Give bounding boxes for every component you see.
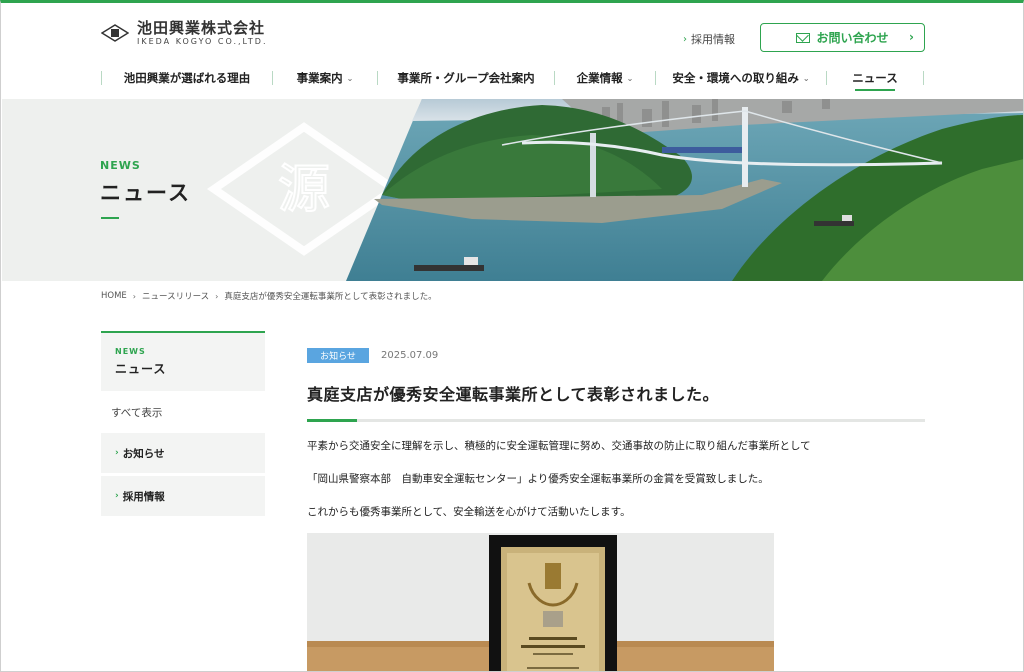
chevron-right-icon: ›	[132, 291, 136, 301]
mail-icon	[796, 32, 811, 43]
hero-label-en: NEWS	[100, 159, 141, 172]
sidebar-heading-jp: ニュース	[115, 362, 167, 376]
breadcrumb-home[interactable]: HOME	[101, 291, 127, 301]
page-frame: 池田興業株式会社 IKEDA KOGYO CO.,LTD. › 採用情報 お問い…	[0, 0, 1024, 672]
nav-item-label: 安全・環境への取り組み	[672, 71, 799, 85]
breadcrumb: HOME › ニュースリリース › 真庭支店が優秀安全運転事業所として表彰されま…	[101, 290, 437, 302]
logo-english-name: IKEDA KOGYO CO.,LTD.	[137, 37, 268, 46]
article-title: 真庭支店が優秀安全運転事業所として表彰されました。	[307, 385, 720, 404]
sidebar-item-label: お知らせ	[122, 447, 165, 460]
award-plaque-image	[307, 533, 774, 671]
nav-item-label: ニュース	[852, 71, 898, 85]
global-nav: 池田興業が選ばれる理由 事業案内 ⌄ 事業所・グループ会社案内 企業情報 ⌄ 安…	[101, 67, 925, 89]
article-meta: お知らせ 2025.07.09	[307, 348, 925, 363]
chevron-down-icon: ⌄	[626, 73, 634, 83]
article-paragraph: 平素から交通安全に理解を示し、積極的に安全運転管理に努め、交通事故の防止に取り組…	[307, 440, 811, 452]
nav-item-company[interactable]: 企業情報 ⌄	[555, 67, 655, 89]
title-divider	[307, 419, 925, 422]
chevron-down-icon: ⌄	[802, 73, 810, 83]
title-underline	[101, 217, 119, 219]
chevron-right-icon: ›	[115, 491, 119, 501]
logo-mark-icon	[101, 24, 129, 42]
recruit-link[interactable]: › 採用情報	[683, 31, 735, 47]
sidebar-item-notice[interactable]: › お知らせ	[101, 433, 265, 473]
contact-button[interactable]: お問い合わせ ›	[760, 23, 925, 52]
page-title: ニュース	[100, 181, 191, 205]
contact-button-label: お問い合わせ	[816, 31, 889, 45]
award-plaque-photo	[307, 533, 774, 671]
sidebar-item-recruit[interactable]: › 採用情報	[101, 476, 265, 516]
nav-item-label: 事業所・グループ会社案内	[397, 71, 535, 85]
hero-watermark-char: 源	[278, 160, 330, 220]
nav-item-label: 池田興業が選ばれる理由	[123, 71, 251, 85]
sidebar-item-all[interactable]: すべて表示	[101, 391, 265, 433]
company-logo[interactable]: 池田興業株式会社 IKEDA KOGYO CO.,LTD.	[101, 19, 267, 47]
nav-divider	[923, 71, 924, 85]
chevron-right-icon: ›	[683, 33, 687, 45]
category-badge[interactable]: お知らせ	[307, 348, 369, 363]
sidebar: NEWS ニュース すべて表示 › お知らせ › 採用情報	[101, 331, 265, 519]
nav-item-label: 企業情報	[576, 71, 623, 85]
article: お知らせ 2025.07.09 真庭支店が優秀安全運転事業所として表彰されました…	[307, 348, 925, 671]
nav-item-label: 事業案内	[296, 71, 343, 85]
nav-item-news[interactable]: ニュース	[827, 67, 923, 89]
nav-item-safety[interactable]: 安全・環境への取り組み ⌄	[656, 67, 826, 89]
chevron-right-icon: ›	[909, 30, 914, 44]
sidebar-heading-en: NEWS	[115, 347, 146, 356]
nav-item-offices[interactable]: 事業所・グループ会社案内	[378, 67, 554, 89]
nav-item-business[interactable]: 事業案内 ⌄	[273, 67, 377, 89]
chevron-right-icon: ›	[115, 448, 119, 458]
chevron-right-icon: ›	[215, 291, 219, 301]
sidebar-item-label: 採用情報	[122, 490, 165, 503]
nav-item-reasons[interactable]: 池田興業が選ばれる理由	[102, 67, 272, 89]
article-paragraph: 「岡山県警察本部 自動車安全運転センター」より優秀安全運転事業所の金賞を受賞致し…	[307, 473, 769, 485]
recruit-link-label: 採用情報	[691, 33, 735, 46]
page-hero: 源 NEWS ニュース	[2, 99, 1023, 281]
chevron-down-icon: ⌄	[346, 73, 354, 83]
breadcrumb-news-release[interactable]: ニュースリリース	[142, 290, 209, 302]
breadcrumb-current: 真庭支店が優秀安全運転事業所として表彰されました。	[224, 292, 437, 302]
sidebar-item-label: すべて表示	[111, 407, 163, 419]
logo-japanese-name: 池田興業株式会社	[137, 19, 266, 37]
sidebar-heading: NEWS ニュース	[101, 331, 265, 391]
article-paragraph: これからも優秀事業所として、安全輸送を心がけて活動いたします。	[307, 506, 631, 518]
article-date: 2025.07.09	[381, 350, 439, 361]
